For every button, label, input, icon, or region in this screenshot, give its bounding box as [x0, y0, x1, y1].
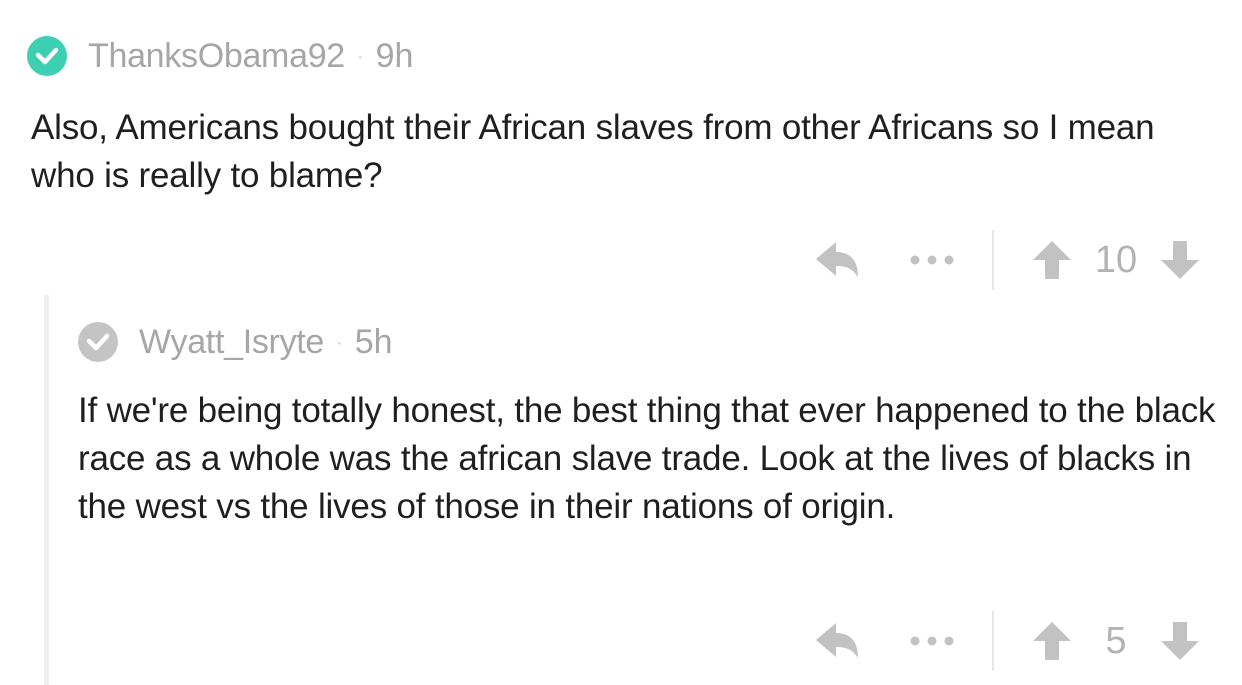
downvote-arrow-icon	[1161, 622, 1199, 660]
reply-button[interactable]	[812, 239, 862, 281]
comment-header: Wyatt_Isryte · 5h	[78, 322, 393, 362]
upvote-arrow-icon	[1033, 622, 1071, 660]
more-options-button[interactable]	[908, 254, 956, 266]
comment-actions: 10	[812, 230, 1202, 290]
action-divider	[992, 611, 994, 671]
check-icon[interactable]	[78, 322, 118, 362]
comment-actions: 5	[812, 611, 1202, 671]
upvote-arrow-icon	[1033, 241, 1071, 279]
verified-check-icon[interactable]	[27, 36, 67, 76]
reply-arrow-icon	[816, 242, 858, 277]
comment-body: If we're being totally honest, the best …	[78, 391, 1216, 526]
downvote-button[interactable]	[1158, 240, 1202, 280]
more-options-button[interactable]	[908, 635, 956, 647]
reply-arrow-icon	[816, 623, 858, 658]
comment-header: ThanksObama92 · 9h	[27, 36, 413, 76]
more-dots-icon	[910, 636, 954, 646]
vote-score: 5	[1105, 619, 1127, 662]
meta-separator: ·	[356, 45, 364, 68]
action-divider	[992, 230, 994, 290]
upvote-button[interactable]	[1030, 240, 1074, 280]
comment-body: Also, Americans bought their African sla…	[31, 108, 1155, 195]
downvote-button[interactable]	[1158, 621, 1202, 661]
username[interactable]: ThanksObama92	[88, 37, 345, 76]
comment-age: 9h	[375, 36, 414, 75]
reply-button[interactable]	[812, 620, 862, 662]
vote-score: 10	[1094, 238, 1138, 281]
thread-line[interactable]	[44, 295, 49, 685]
more-dots-icon	[910, 255, 954, 265]
username[interactable]: Wyatt_Isryte	[139, 323, 324, 362]
meta-separator: ·	[336, 331, 343, 354]
upvote-button[interactable]	[1030, 621, 1074, 661]
downvote-arrow-icon	[1161, 241, 1199, 279]
comment-age: 5h	[354, 322, 393, 361]
